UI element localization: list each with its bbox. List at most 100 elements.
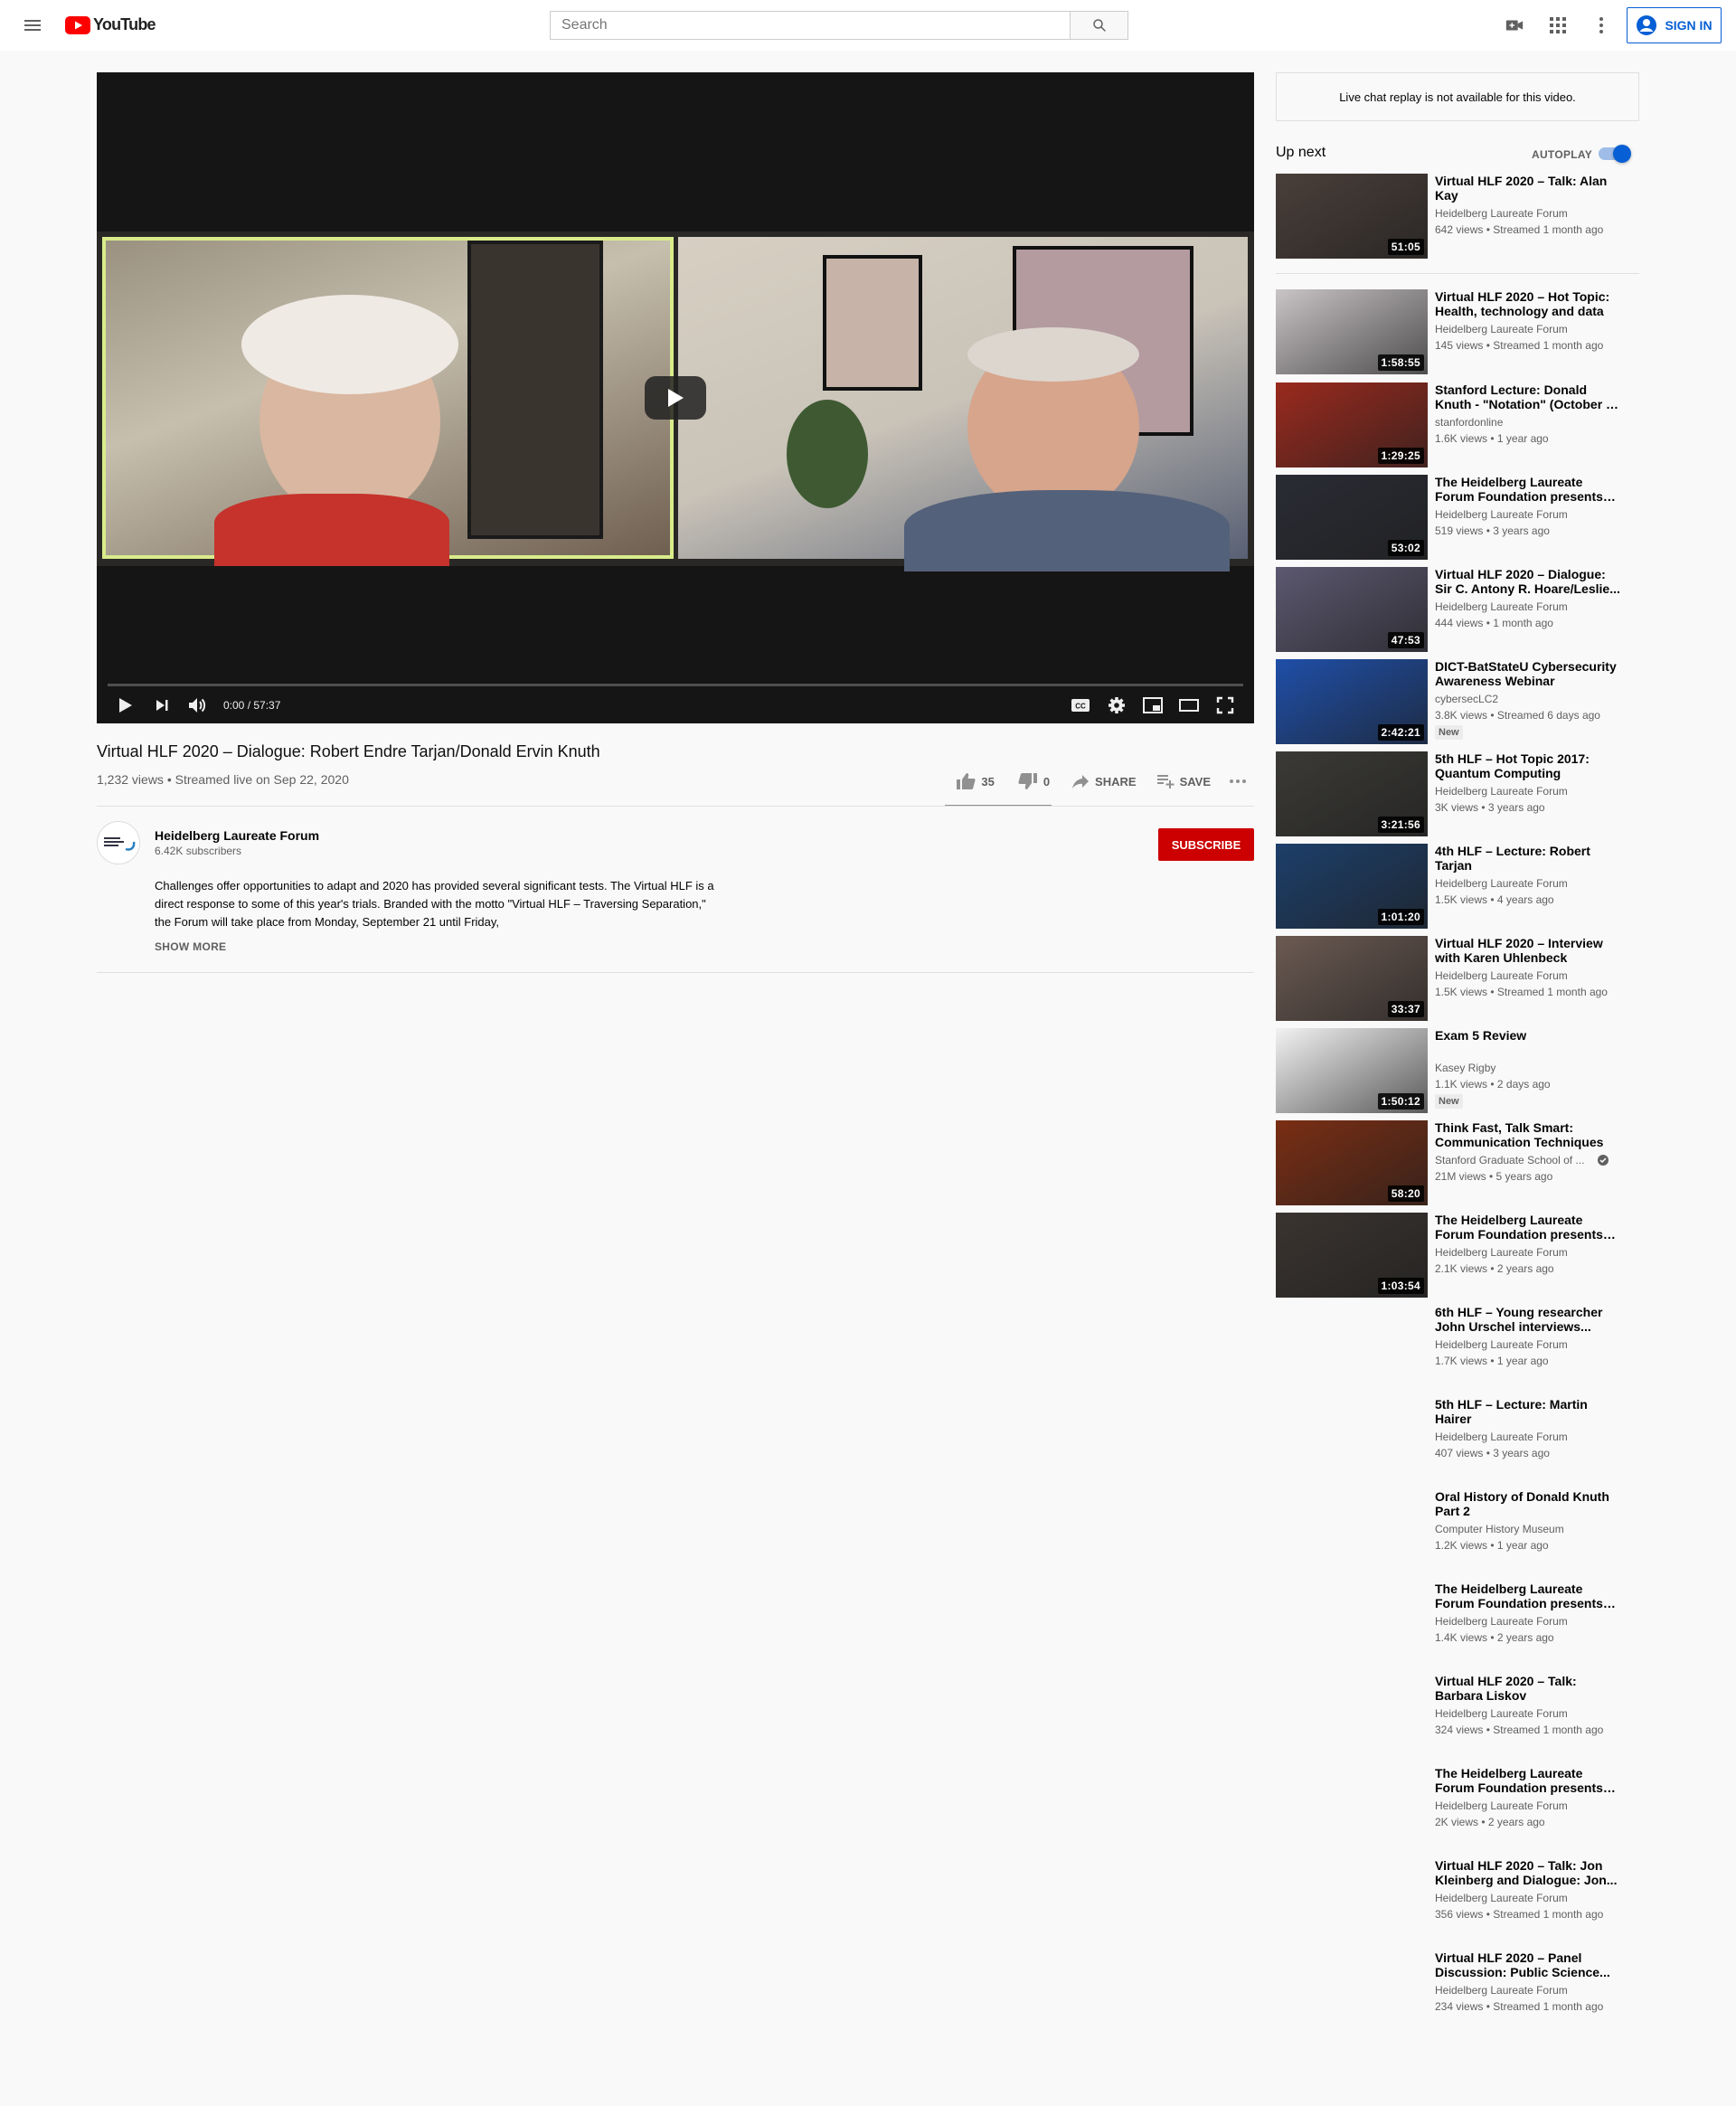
recommendation-channel[interactable]: Kasey Rigby (1435, 1062, 1625, 1074)
recommendation-title[interactable]: Think Fast, Talk Smart: Communication Te… (1435, 1120, 1625, 1149)
recommendation-channel[interactable]: Heidelberg Laureate Forum (1435, 1799, 1625, 1812)
video-thumbnail[interactable]: 33:37 (1276, 936, 1428, 1021)
fullscreen-icon[interactable] (1207, 687, 1243, 723)
recommendation-item[interactable]: 5th HLF – Lecture: Martin Hairer Heidelbe… (1276, 1397, 1639, 1482)
recommendation-title[interactable]: The Heidelberg Laureate Forum Foundation… (1435, 475, 1625, 504)
recommendation-title[interactable]: 5th HLF – Hot Topic 2017: Quantum Comput… (1435, 751, 1625, 780)
recommendation-channel[interactable]: Heidelberg Laureate Forum (1435, 1338, 1625, 1351)
recommendation-title[interactable]: Virtual HLF 2020 – Dialogue: Sir C. Anto… (1435, 567, 1625, 596)
recommendation-channel[interactable]: Heidelberg Laureate Forum (1435, 969, 1625, 982)
recommendation-item[interactable]: 3:21:56 5th HLF – Hot Topic 2017: Quantum… (1276, 751, 1639, 836)
video-thumbnail[interactable]: 2:42:21 (1276, 659, 1428, 744)
recommendation-channel[interactable]: stanfordonline (1435, 416, 1625, 429)
recommendation-channel[interactable]: Heidelberg Laureate Forum (1435, 1984, 1625, 1997)
recommendation-title[interactable]: Virtual HLF 2020 – Interview with Karen … (1435, 936, 1625, 965)
channel-avatar[interactable] (97, 821, 140, 864)
recommendation-title[interactable]: Virtual HLF 2020 – Panel Discussion: Pub… (1435, 1950, 1625, 1979)
settings-gear-icon[interactable] (1099, 687, 1135, 723)
recommendation-item[interactable]: 58:20 Think Fast, Talk Smart: Communicati… (1276, 1120, 1639, 1205)
youtube-logo[interactable]: YouTube (65, 15, 156, 34)
recommendation-title[interactable]: The Heidelberg Laureate Forum Foundation… (1435, 1213, 1625, 1242)
more-actions-button[interactable] (1222, 765, 1254, 798)
recommendation-item[interactable]: Oral History of Donald Knuth Part 2 Compu… (1276, 1489, 1639, 1574)
search-button[interactable] (1070, 11, 1128, 40)
recommendation-channel[interactable]: Heidelberg Laureate Forum (1435, 600, 1625, 613)
next-icon[interactable] (144, 687, 180, 723)
large-play-button[interactable] (645, 376, 706, 420)
video-thumbnail[interactable]: 1:03:54 (1276, 1213, 1428, 1298)
apps-grid-icon[interactable] (1545, 13, 1571, 38)
recommendation-item[interactable]: Virtual HLF 2020 – Talk: Barbara Liskov H… (1276, 1674, 1639, 1759)
recommendation-channel[interactable]: Heidelberg Laureate Forum (1435, 1707, 1625, 1720)
sign-in-button[interactable]: SIGN IN (1627, 7, 1722, 43)
recommendation-item[interactable]: 51:05 Virtual HLF 2020 – Talk: Alan Kay He… (1276, 174, 1639, 259)
recommendation-channel[interactable]: Computer History Museum (1435, 1523, 1625, 1535)
recommendation-item[interactable]: Virtual HLF 2020 – Panel Discussion: Pub… (1276, 1950, 1639, 2035)
share-button[interactable]: SHARE (1064, 765, 1144, 798)
recommendation-channel[interactable]: cybersecLC2 (1435, 693, 1625, 705)
video-player[interactable]: 0:00 / 57:37 CC (97, 72, 1254, 723)
settings-more-icon[interactable] (1589, 13, 1614, 38)
recommendation-title[interactable]: 5th HLF – Lecture: Martin Hairer (1435, 1397, 1625, 1426)
recommendation-channel[interactable]: Stanford Graduate School of ... (1435, 1154, 1625, 1166)
recommendation-title[interactable]: Stanford Lecture: Donald Knuth - "Notati… (1435, 382, 1625, 411)
autoplay-toggle[interactable] (1599, 145, 1631, 163)
video-thumbnail[interactable]: 53:02 (1276, 475, 1428, 560)
recommendation-channel[interactable]: Heidelberg Laureate Forum (1435, 323, 1625, 335)
recommendation-channel[interactable]: Heidelberg Laureate Forum (1435, 508, 1625, 521)
recommendation-channel[interactable]: Heidelberg Laureate Forum (1435, 785, 1625, 798)
recommendation-item[interactable]: 33:37 Virtual HLF 2020 – Interview with K… (1276, 936, 1639, 1021)
recommendation-item[interactable]: The Heidelberg Laureate Forum Foundation… (1276, 1582, 1639, 1667)
recommendation-item[interactable]: 1:58:55 Virtual HLF 2020 – Hot Topic: Hea… (1276, 289, 1639, 374)
recommendation-channel[interactable]: Heidelberg Laureate Forum (1435, 1246, 1625, 1259)
recommendation-channel[interactable]: Heidelberg Laureate Forum (1435, 1431, 1625, 1443)
video-thumbnail[interactable]: 1:50:12 (1276, 1028, 1428, 1113)
recommendation-title[interactable]: Virtual HLF 2020 – Talk: Jon Kleinberg a… (1435, 1858, 1625, 1887)
recommendation-title[interactable]: 6th HLF – Young researcher John Urschel … (1435, 1305, 1625, 1334)
recommendation-item[interactable]: 1:01:20 4th HLF – Lecture: Robert Tarjan H… (1276, 844, 1639, 929)
dislike-button[interactable]: 0 (1011, 765, 1057, 798)
menu-icon[interactable] (18, 11, 47, 40)
channel-name[interactable]: Heidelberg Laureate Forum (155, 828, 319, 843)
subscribe-button[interactable]: SUBSCRIBE (1158, 828, 1254, 861)
like-button[interactable]: 35 (948, 765, 1001, 798)
recommendation-item[interactable]: 2:42:21 DICT-BatStateU Cybersecurity Awar… (1276, 659, 1639, 744)
video-thumbnail[interactable]: 1:29:25 (1276, 382, 1428, 467)
video-thumbnail[interactable]: 47:53 (1276, 567, 1428, 652)
recommendation-item[interactable]: 1:50:12 Exam 5 Review Kasey Rigby 1.1K view… (1276, 1028, 1639, 1113)
video-thumbnail[interactable]: 51:05 (1276, 174, 1428, 259)
recommendation-channel[interactable]: Heidelberg Laureate Forum (1435, 207, 1625, 220)
recommendation-title[interactable]: Virtual HLF 2020 – Hot Topic: Health, te… (1435, 289, 1625, 318)
recommendation-item[interactable]: 47:53 Virtual HLF 2020 – Dialogue: Sir C.… (1276, 567, 1639, 652)
recommendation-item[interactable]: 6th HLF – Young researcher John Urschel … (1276, 1305, 1639, 1390)
recommendation-title[interactable]: Virtual HLF 2020 – Talk: Barbara Liskov (1435, 1674, 1625, 1703)
recommendation-title[interactable]: Exam 5 Review (1435, 1028, 1625, 1043)
recommendation-item[interactable]: 1:29:25 Stanford Lecture: Donald Knuth - … (1276, 382, 1639, 467)
progress-bar[interactable] (108, 684, 1243, 686)
theater-mode-icon[interactable] (1171, 687, 1207, 723)
recommendation-item[interactable]: 1:03:54 The Heidelberg Laureate Forum Fou… (1276, 1213, 1639, 1298)
recommendation-title[interactable]: DICT-BatStateU Cybersecurity Awareness W… (1435, 659, 1625, 688)
video-thumbnail[interactable]: 1:58:55 (1276, 289, 1428, 374)
recommendation-channel[interactable]: Heidelberg Laureate Forum (1435, 877, 1625, 890)
recommendation-channel[interactable]: Heidelberg Laureate Forum (1435, 1892, 1625, 1904)
play-icon[interactable] (108, 687, 144, 723)
volume-icon[interactable] (180, 687, 216, 723)
show-more-button[interactable]: SHOW MORE (155, 940, 226, 953)
miniplayer-icon[interactable] (1135, 687, 1171, 723)
recommendation-channel[interactable]: Heidelberg Laureate Forum (1435, 1615, 1625, 1628)
video-thumbnail[interactable]: 1:01:20 (1276, 844, 1428, 929)
recommendation-title[interactable]: Virtual HLF 2020 – Talk: Alan Kay (1435, 174, 1625, 203)
search-input[interactable] (550, 11, 1071, 40)
recommendation-item[interactable]: Virtual HLF 2020 – Talk: Jon Kleinberg a… (1276, 1858, 1639, 1943)
video-thumbnail[interactable]: 58:20 (1276, 1120, 1428, 1205)
captions-icon[interactable]: CC (1062, 687, 1099, 723)
save-button[interactable]: SAVE (1149, 765, 1218, 798)
recommendation-item[interactable]: The Heidelberg Laureate Forum Foundation… (1276, 1766, 1639, 1851)
video-thumbnail[interactable]: 3:21:56 (1276, 751, 1428, 836)
recommendation-title[interactable]: The Heidelberg Laureate Forum Foundation… (1435, 1766, 1625, 1795)
recommendation-item[interactable]: 53:02 The Heidelberg Laureate Forum Found… (1276, 475, 1639, 560)
create-video-icon[interactable] (1502, 13, 1527, 38)
recommendation-title[interactable]: 4th HLF – Lecture: Robert Tarjan (1435, 844, 1625, 873)
recommendation-title[interactable]: Oral History of Donald Knuth Part 2 (1435, 1489, 1625, 1518)
